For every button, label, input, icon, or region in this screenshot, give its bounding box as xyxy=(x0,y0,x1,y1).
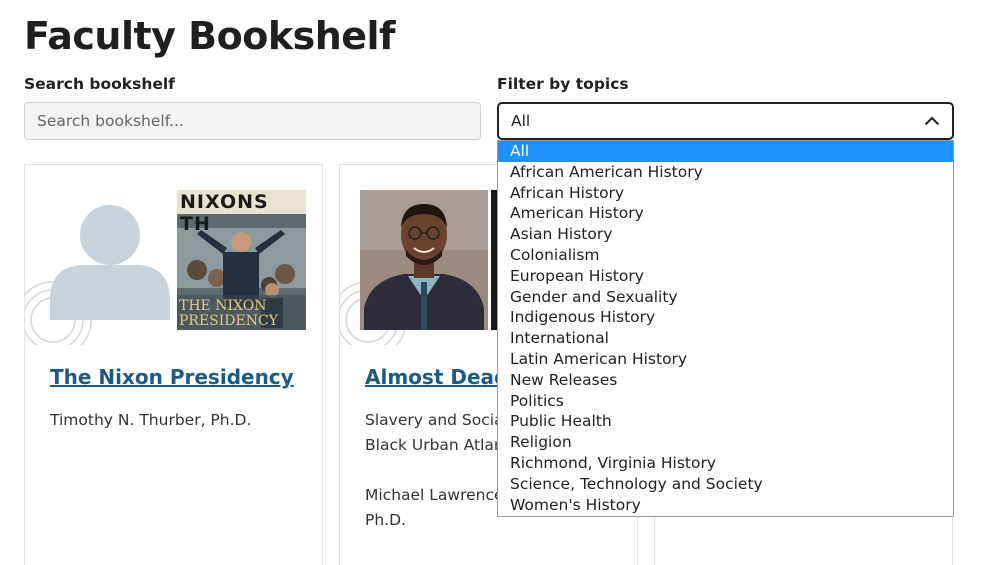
dropdown-option[interactable]: Richmond, Virginia History xyxy=(498,453,953,474)
book-cover-nixon[interactable]: NIXONS TH THE NIXON PRESIDENCY xyxy=(177,190,306,330)
chevron-up-icon xyxy=(924,116,940,126)
dropdown-option[interactable]: Public Health xyxy=(498,411,953,432)
dropdown-option[interactable]: New Releases xyxy=(498,370,953,391)
author-photo xyxy=(360,190,488,330)
topic-dropdown-list: All African American History African His… xyxy=(497,140,954,517)
dropdown-option[interactable]: European History xyxy=(498,266,953,287)
cover-title-line1: THE NIXON xyxy=(179,298,267,314)
search-label: Search bookshelf xyxy=(24,75,175,93)
dropdown-option[interactable]: Women's History xyxy=(498,495,953,516)
dropdown-option[interactable]: African History xyxy=(498,183,953,204)
book-title-link[interactable]: The Nixon Presidency xyxy=(50,365,294,389)
dropdown-option[interactable]: Asian History xyxy=(498,224,953,245)
dropdown-option[interactable]: Colonialism xyxy=(498,245,953,266)
book-subtitle-line: Black Urban Atlant xyxy=(365,436,510,454)
dropdown-option[interactable]: All xyxy=(498,141,953,162)
book-author: Timothy N. Thurber, Ph.D. xyxy=(50,411,252,429)
book-author: Michael Lawrence xyxy=(365,486,504,504)
dropdown-option[interactable]: International xyxy=(498,328,953,349)
avatar-head-shape xyxy=(80,205,140,265)
book-subtitle-line: Slavery and Social xyxy=(365,411,508,429)
dropdown-option[interactable]: Indigenous History xyxy=(498,307,953,328)
page: Faculty Bookshelf Search bookshelf Filte… xyxy=(0,0,1000,565)
filter-label: Filter by topics xyxy=(497,75,629,93)
avatar-body-shape xyxy=(50,265,170,320)
dropdown-option[interactable]: Religion xyxy=(498,432,953,453)
topic-filter-select[interactable]: All xyxy=(497,102,954,140)
dropdown-option[interactable]: Science, Technology and Society xyxy=(498,474,953,495)
book-title-link[interactable]: Almost Dead xyxy=(365,365,508,389)
cover-title-line2: PRESIDENCY xyxy=(179,313,278,329)
book-card: NIXONS TH THE NIXON PRESIDENCY The Nixon… xyxy=(24,164,323,565)
cover-banner-text: NIXONS TH xyxy=(180,191,269,235)
dropdown-option[interactable]: American History xyxy=(498,203,953,224)
dropdown-option[interactable]: African American History xyxy=(498,162,953,183)
book-author: Ph.D. xyxy=(365,511,406,529)
search-input[interactable] xyxy=(24,102,481,140)
page-title: Faculty Bookshelf xyxy=(24,14,396,58)
dropdown-option[interactable]: Gender and Sexuality xyxy=(498,287,953,308)
topic-filter-value: All xyxy=(511,112,531,130)
dropdown-option[interactable]: Politics xyxy=(498,391,953,412)
dropdown-option[interactable]: Latin American History xyxy=(498,349,953,370)
